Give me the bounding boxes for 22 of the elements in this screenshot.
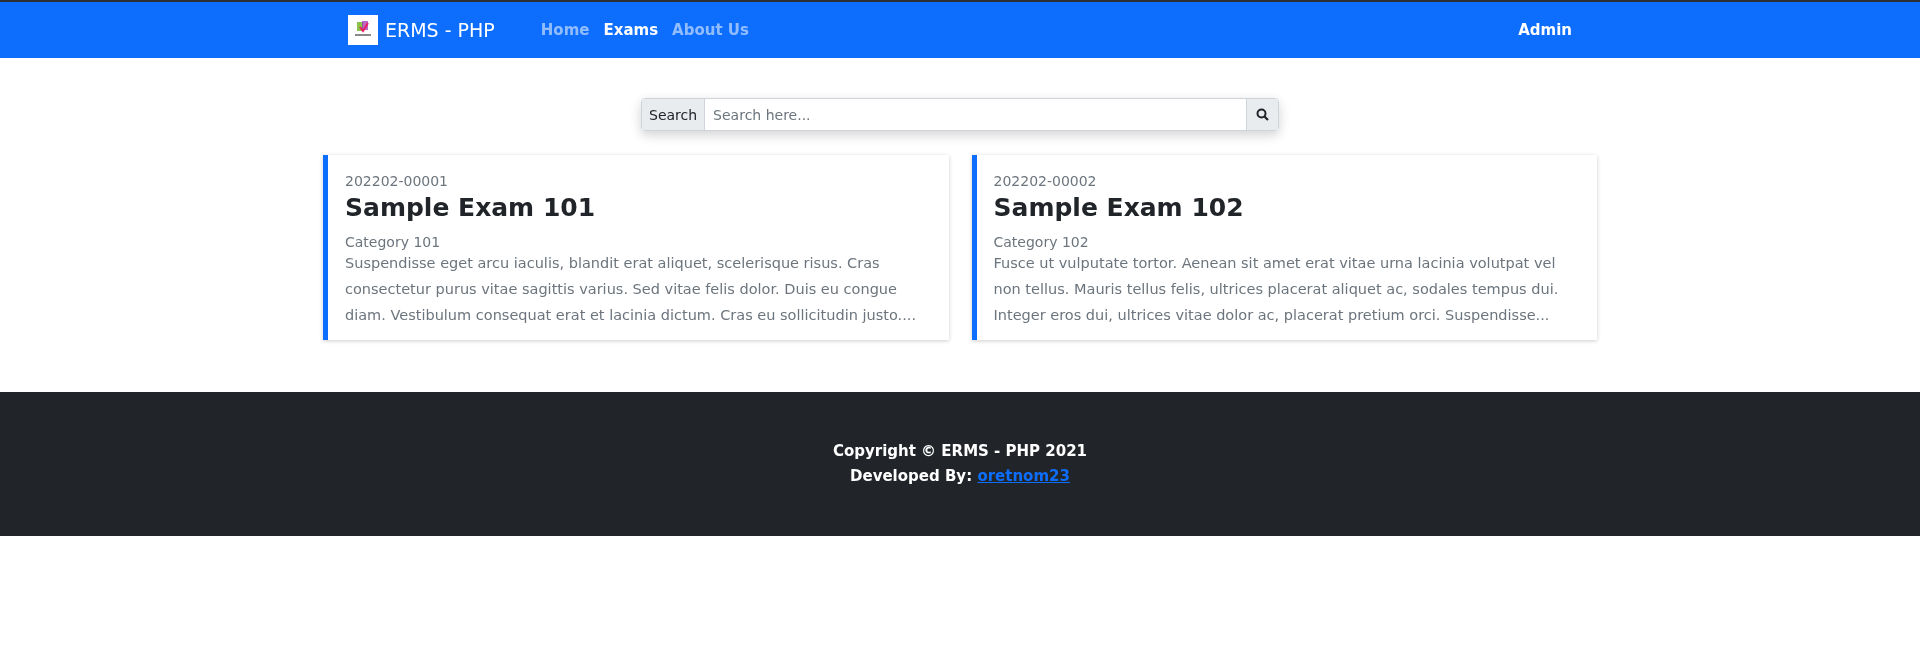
exam-description: Fusce ut vulputate tortor. Aenean sit amet erat vitae urna lacinia volutpat vel non tellus. Mauris tellus felis, ultrices placerat aliquet ac, sodales tempus dui. Integer eros dui, ultrices vitae dolor ac, placerat pretium orci. Suspendisse... xyxy=(993,254,1560,325)
exam-category: Category 102 xyxy=(993,234,1090,250)
exam-category: Category 101 xyxy=(345,234,442,250)
nav-link[interactable]: About Us xyxy=(672,21,749,39)
search-label: Search xyxy=(642,99,706,130)
search-bar[interactable]: Search Search here... xyxy=(641,98,1279,131)
brand-link[interactable]: ERMS - PHP xyxy=(385,19,495,41)
exam-description: Suspendisse eget arcu iaculis, blandit erat aliquet, scelerisque risus. Cras consectetur purus vitae sagittis varius. Sed vitae felis dolor. Duis eu congue diam. Vestibulum consequat erat et lacinia dictum. Cras eu sollicitudin justo.... xyxy=(345,254,917,325)
exam-code: 202202-00002 xyxy=(993,173,1098,189)
nav-link[interactable]: Exams xyxy=(603,21,659,39)
logo-icon[interactable] xyxy=(348,15,378,45)
exam-title: Sample Exam 101 xyxy=(345,193,597,222)
search-field[interactable]: Search here... xyxy=(705,99,1246,130)
search-icon xyxy=(1256,108,1269,121)
search-button[interactable] xyxy=(1246,99,1278,130)
copyright-text: Copyright © ERMS - PHP 2021 xyxy=(832,441,1088,462)
developer-link[interactable]: oretnom23 xyxy=(977,467,1070,485)
exam-code: 202202-00001 xyxy=(345,173,450,189)
developer-label: Developed By: xyxy=(850,467,973,485)
exam-title: Sample Exam 102 xyxy=(993,193,1245,222)
user-menu[interactable]: Admin xyxy=(1518,21,1572,39)
nav-link[interactable]: Home xyxy=(540,21,590,39)
